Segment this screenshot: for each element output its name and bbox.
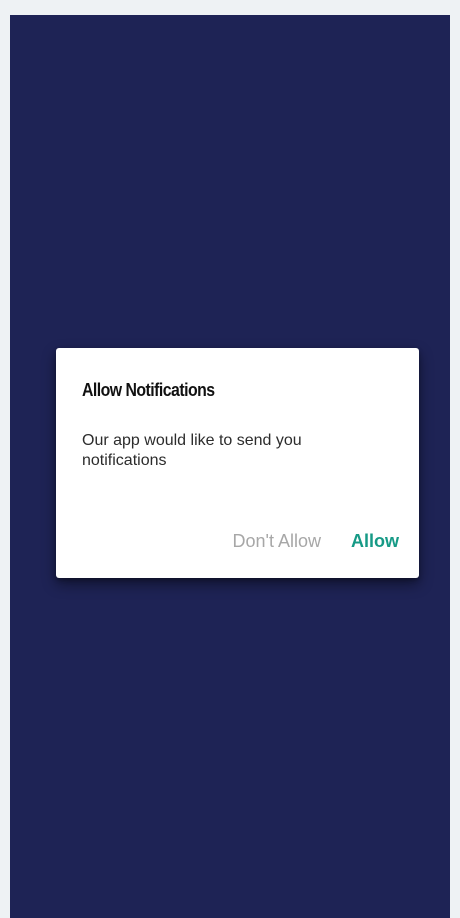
dont-allow-button[interactable]: Don't Allow <box>233 530 321 552</box>
dialog-message: Our app would like to send you notificat… <box>82 432 302 469</box>
allow-button[interactable]: Allow <box>351 530 399 552</box>
dialog-title: Allow Notifications <box>82 380 215 400</box>
app-screen: Allow Notifications Our app would like t… <box>10 15 450 918</box>
notification-permission-dialog: Allow Notifications Our app would like t… <box>56 348 419 578</box>
dialog-actions: Don't Allow Allow <box>233 530 399 552</box>
